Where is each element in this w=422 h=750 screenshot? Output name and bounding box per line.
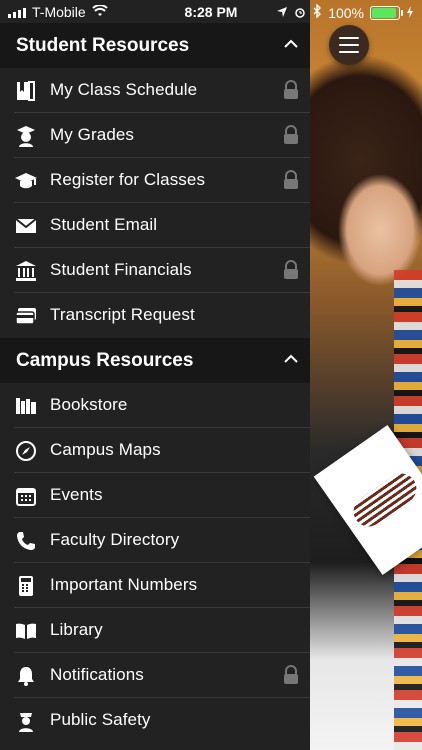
menu-item-label: Register for Classes	[50, 170, 206, 189]
menu-item-public-safety[interactable]: Public Safety	[0, 698, 310, 743]
menu-item-bookstore[interactable]: Bookstore	[0, 383, 310, 428]
menu-item-my-grades[interactable]: My Grades	[0, 113, 310, 158]
compass-icon	[16, 441, 36, 461]
charging-icon	[406, 5, 414, 21]
menu-item-library[interactable]: Library	[0, 608, 310, 653]
background-photo	[300, 0, 422, 750]
chevron-up-icon	[284, 39, 298, 48]
status-bar: T-Mobile 8:28 PM 100%	[0, 0, 422, 24]
section-title: Campus Resources	[16, 349, 194, 371]
menu-item-events[interactable]: Events	[0, 473, 310, 518]
menu-item-label: Public Safety	[50, 710, 151, 729]
calculator-icon	[19, 576, 33, 596]
menu-item-label: Library	[50, 620, 103, 639]
lock-icon	[284, 260, 298, 279]
menu-item-label: Faculty Directory	[50, 530, 180, 549]
police-icon	[19, 713, 33, 732]
alarm-icon	[294, 5, 306, 21]
menu-item-label: Notifications	[50, 665, 144, 684]
menu-item-label: Events	[50, 485, 103, 504]
bell-icon	[18, 667, 34, 686]
bluetooth-icon	[312, 3, 322, 21]
menu-item-label: Student Email	[50, 215, 158, 234]
menu-item-label: Campus Maps	[50, 440, 161, 459]
menu-item-label: My Class Schedule	[50, 80, 198, 99]
lock-icon	[284, 125, 298, 144]
menu-item-register-for-classes[interactable]: Register for Classes	[0, 158, 310, 203]
chevron-up-icon	[284, 354, 298, 363]
bank-icon	[16, 261, 36, 281]
phone-icon	[17, 532, 35, 550]
menu-item-notifications[interactable]: Notifications	[0, 653, 310, 698]
lock-icon	[284, 170, 298, 189]
student-resources-header[interactable]: Student Resources	[0, 23, 310, 68]
envelope-icon	[15, 218, 37, 233]
menu-item-transcript-request[interactable]: Transcript Request	[0, 293, 310, 338]
menu-item-my-class-schedule[interactable]: My Class Schedule	[0, 68, 310, 113]
menu-item-label: Transcript Request	[50, 305, 195, 324]
campus-resources-header[interactable]: Campus Resources	[0, 338, 310, 383]
menu-item-campus-maps[interactable]: Campus Maps	[0, 428, 310, 473]
menu-item-label: My Grades	[50, 125, 135, 144]
battery-icon	[370, 5, 403, 20]
menu-item-label: Important Numbers	[50, 575, 198, 594]
lock-icon	[284, 80, 298, 99]
calendar-icon	[16, 488, 36, 506]
section-title: Student Resources	[16, 34, 190, 56]
mortarboard-icon	[15, 173, 37, 189]
menu-button[interactable]	[329, 25, 369, 65]
app-screen: T-Mobile 8:28 PM 100% Student Resources …	[0, 0, 422, 750]
credit-card-icon	[15, 308, 36, 325]
battery-percent: 100%	[328, 4, 364, 21]
lock-icon	[284, 665, 298, 684]
open-book-icon	[16, 623, 36, 639]
menu-item-label: Bookstore	[50, 395, 128, 414]
menu-item-faculty-directory[interactable]: Faculty Directory	[0, 518, 310, 563]
menu-item-label: Student Financials	[50, 260, 192, 279]
location-arrow-icon	[276, 5, 288, 21]
side-menu: Student Resources My Class Schedule My G…	[0, 0, 310, 750]
book-icon	[17, 81, 35, 101]
graduate-icon	[17, 126, 35, 147]
menu-item-important-numbers[interactable]: Important Numbers	[0, 563, 310, 608]
menu-item-student-email[interactable]: Student Email	[0, 203, 310, 248]
menu-item-student-financials[interactable]: Student Financials	[0, 248, 310, 293]
status-right: 100%	[276, 3, 414, 21]
books-icon	[16, 398, 36, 414]
